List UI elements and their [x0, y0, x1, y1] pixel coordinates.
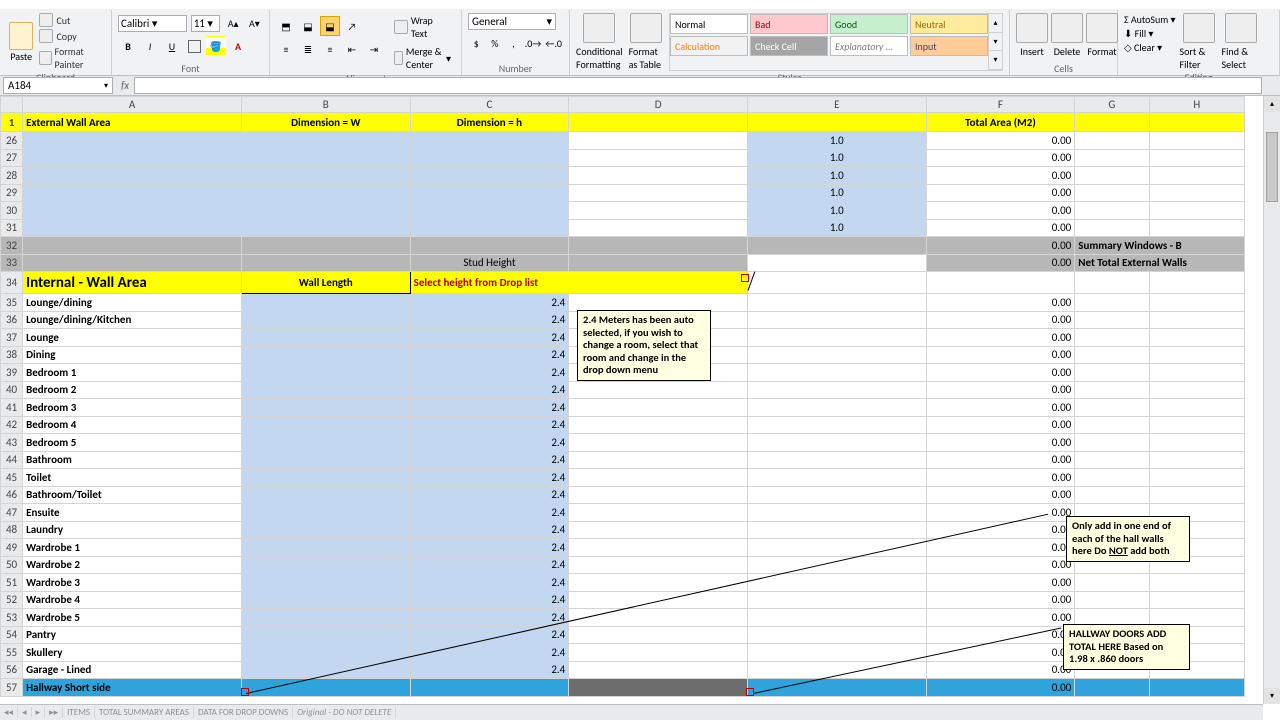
col-header[interactable]: [1, 97, 23, 113]
conditional-formatting-button[interactable]: Conditional Formatting: [576, 13, 623, 71]
align-right-button[interactable]: ≡: [320, 39, 340, 59]
style-swatch[interactable]: Bad: [750, 14, 828, 34]
formula-input[interactable]: [134, 77, 1262, 94]
sort-filter-button[interactable]: Sort & Filter: [1180, 13, 1218, 71]
scroll-up-button[interactable]: ▴: [1264, 96, 1280, 112]
cond-fmt-icon: [583, 13, 615, 43]
border-button[interactable]: [184, 36, 204, 56]
col-header[interactable]: C: [410, 97, 569, 113]
paste-button[interactable]: Paste: [6, 13, 36, 71]
comment-hall-walls: Only add in one end of each of the hall …: [1066, 516, 1190, 562]
col-header[interactable]: G: [1075, 97, 1149, 113]
dec-decimal-button[interactable]: ←.0: [544, 33, 563, 53]
comment-stud-height: 2.4 Meters has been auto selected, if yo…: [577, 310, 711, 381]
worksheet-grid[interactable]: ABCDEFGH 1 External Wall Area Dimension …: [0, 96, 1245, 697]
copy-button[interactable]: Copy: [39, 29, 105, 43]
font-name-select[interactable]: Calibri ▾: [118, 15, 187, 32]
font-color-button[interactable]: A: [228, 36, 248, 56]
col-header[interactable]: B: [241, 97, 410, 113]
align-center-button[interactable]: ≣: [298, 39, 318, 59]
fill-color-button[interactable]: 🪣: [206, 36, 226, 56]
merge-center-button[interactable]: Merge & Center ▾: [390, 44, 455, 72]
number-format-select[interactable]: General▾: [468, 13, 556, 30]
format-painter-button[interactable]: Format Painter: [39, 45, 105, 71]
autosum-button[interactable]: Σ AutoSum ▾: [1124, 13, 1176, 26]
style-swatch[interactable]: Normal: [670, 14, 748, 34]
find-icon: [1225, 13, 1257, 43]
indent-dec-button[interactable]: ⇤: [342, 39, 362, 59]
font-size-select[interactable]: 11 ▾: [191, 15, 221, 32]
table-icon: [630, 13, 662, 43]
col-header[interactable]: F: [926, 97, 1075, 113]
style-swatch[interactable]: Neutral: [910, 14, 988, 34]
brush-icon: [39, 51, 51, 65]
sort-icon: [1183, 13, 1215, 43]
grow-font-button[interactable]: A▴: [224, 13, 241, 33]
insert-cells-button[interactable]: Insert: [1016, 13, 1048, 58]
gallery-scroll[interactable]: ▴▾▾: [989, 13, 1003, 71]
sheet-tabs[interactable]: ◂◂◂▸▸▸ ITEMSTOTAL SUMMARY AREASDATA FOR …: [0, 704, 1263, 720]
style-swatch[interactable]: Explanatory ...: [830, 36, 908, 56]
align-top-button[interactable]: ⬒: [276, 16, 296, 36]
col-header[interactable]: A: [23, 97, 242, 113]
col-header[interactable]: H: [1149, 97, 1244, 113]
inc-decimal-button[interactable]: .0→: [524, 33, 543, 53]
scroll-thumb[interactable]: [1266, 132, 1278, 202]
bold-button[interactable]: B: [118, 36, 138, 56]
align-bottom-button[interactable]: ⬓: [320, 16, 340, 36]
scroll-down-button[interactable]: ▾: [1264, 688, 1280, 704]
format-cells-button[interactable]: Format: [1086, 13, 1118, 58]
fill-button[interactable]: ⬇ Fill ▾: [1124, 27, 1176, 40]
insert-icon: [1016, 13, 1048, 43]
comma-button[interactable]: ,: [505, 33, 522, 53]
merge-icon: [394, 51, 403, 65]
delete-icon: [1051, 13, 1083, 43]
vertical-scrollbar[interactable]: ▴ ▾: [1263, 96, 1280, 704]
comment-hallway-doors: HALLWAY DOORS ADD TOTAL HERE Based on 1.…: [1063, 624, 1190, 670]
copy-icon: [39, 29, 53, 43]
wrap-icon: [394, 20, 408, 34]
format-as-table-button[interactable]: Format as Table: [629, 13, 663, 71]
ribbon: Paste Cut Copy Format Painter Clipboard …: [0, 10, 1280, 76]
cut-button[interactable]: Cut: [39, 13, 105, 27]
cell-styles-gallery[interactable]: NormalBadGoodNeutral CalculationCheck Cel…: [669, 13, 989, 71]
clear-button[interactable]: ◇ Clear ▾: [1124, 41, 1176, 54]
italic-button[interactable]: I: [140, 36, 160, 56]
col-header[interactable]: D: [569, 97, 748, 113]
col-header[interactable]: E: [747, 97, 926, 113]
cut-icon: [39, 13, 53, 27]
header-row-1: 1 External Wall Area Dimension = W Dimen…: [1, 113, 1245, 132]
wrap-text-button[interactable]: Wrap Text: [390, 13, 455, 41]
orientation-button[interactable]: ↗: [342, 16, 362, 36]
ribbon-tabs: [0, 0, 1280, 10]
formula-bar: A184▾ fx: [0, 76, 1280, 96]
currency-button[interactable]: $: [468, 33, 485, 53]
name-box[interactable]: A184▾: [3, 77, 113, 94]
style-swatch[interactable]: Good: [830, 14, 908, 34]
align-middle-button[interactable]: ⬓: [298, 16, 318, 36]
align-left-button[interactable]: ≡: [276, 39, 296, 59]
percent-button[interactable]: %: [487, 33, 504, 53]
shrink-font-button[interactable]: A▾: [246, 13, 263, 33]
fx-icon[interactable]: fx: [116, 79, 134, 92]
style-swatch[interactable]: Input: [910, 36, 988, 56]
find-select-button[interactable]: Find & Select: [1222, 13, 1260, 71]
underline-button[interactable]: U: [162, 36, 182, 56]
delete-cells-button[interactable]: Delete: [1051, 13, 1083, 58]
format-icon: [1086, 13, 1118, 43]
indent-inc-button[interactable]: ⇥: [364, 39, 384, 59]
style-swatch[interactable]: Check Cell: [750, 36, 828, 56]
style-swatch[interactable]: Calculation: [670, 36, 748, 56]
